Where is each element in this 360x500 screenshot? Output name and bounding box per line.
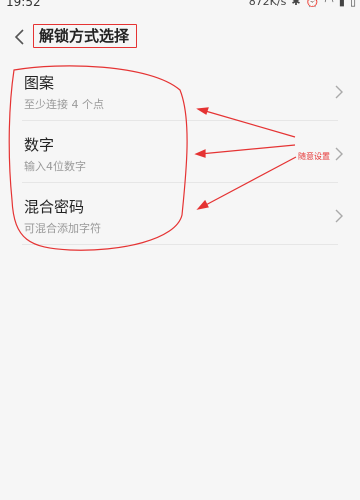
alarm-icon: ⏰ bbox=[305, 0, 320, 8]
option-description: 可混合添加字符 bbox=[24, 222, 101, 235]
chevron-right-icon bbox=[335, 209, 343, 223]
battery-icon: ▯ bbox=[349, 0, 356, 8]
status-time: 19:52 bbox=[6, 0, 41, 9]
option-label: 混合密码 bbox=[24, 198, 85, 216]
annotation-note: 随意设置 bbox=[298, 152, 330, 161]
divider bbox=[22, 244, 338, 245]
option-mixed-password[interactable]: 混合密码 可混合添加字符 bbox=[0, 188, 360, 250]
chevron-left-icon[interactable] bbox=[12, 27, 28, 47]
divider bbox=[22, 182, 338, 183]
status-icons: 872K/s ✱ ⏰ ◠ ▮ ▯ bbox=[249, 0, 356, 8]
option-description: 输入4位数字 bbox=[24, 160, 86, 173]
signal-icon: ▮ bbox=[338, 0, 345, 8]
wifi-icon: ◠ bbox=[324, 0, 334, 8]
option-description: 至少连接 4 个点 bbox=[24, 98, 104, 111]
option-label: 图案 bbox=[24, 74, 55, 92]
chevron-right-icon bbox=[335, 85, 343, 99]
status-bar: 19:52 872K/s ✱ ⏰ ◠ ▮ ▯ bbox=[0, 0, 360, 18]
option-label: 数字 bbox=[24, 136, 55, 154]
title-annotation-box bbox=[33, 24, 137, 48]
divider bbox=[22, 120, 338, 121]
bluetooth-icon: ✱ bbox=[291, 0, 301, 8]
network-speed: 872K/s bbox=[248, 0, 287, 8]
chevron-right-icon bbox=[335, 147, 343, 161]
option-pattern[interactable]: 图案 至少连接 4 个点 bbox=[0, 64, 360, 126]
